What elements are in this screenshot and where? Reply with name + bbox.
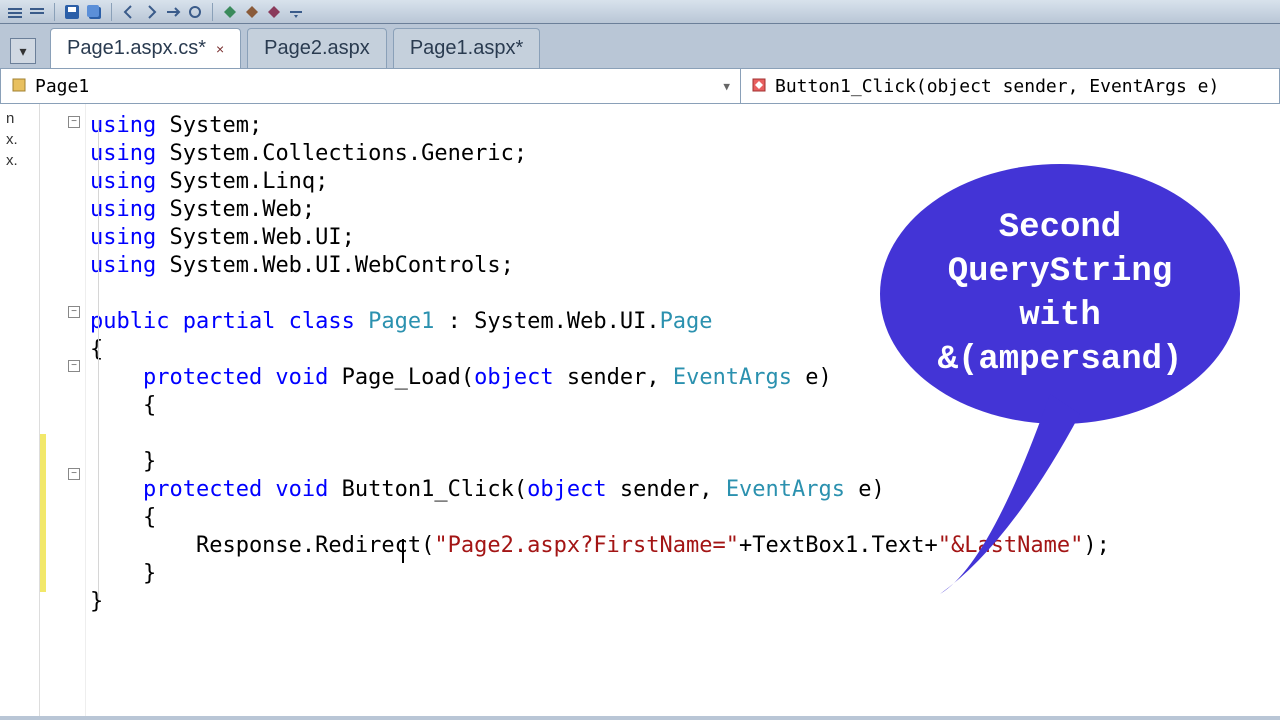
class-icon	[11, 77, 29, 95]
toolbar-button[interactable]	[6, 3, 24, 21]
toolbar-button[interactable]	[186, 3, 204, 21]
gutter: − − − −	[40, 104, 86, 716]
tab-page1-cs[interactable]: Page1.aspx.cs* ×	[50, 28, 241, 68]
tab-page1-aspx[interactable]: Page1.aspx*	[393, 28, 540, 68]
fold-toggle[interactable]: −	[68, 360, 80, 372]
toolbar-button[interactable]	[28, 3, 46, 21]
toolbar-button[interactable]	[265, 3, 283, 21]
chevron-down-icon: ▼	[723, 80, 730, 93]
callout-line: with	[938, 294, 1183, 338]
tab-label: Page1.aspx*	[410, 37, 523, 60]
toolbar-button[interactable]	[221, 3, 239, 21]
overflow-icon[interactable]	[287, 3, 305, 21]
toolbar-button[interactable]	[243, 3, 261, 21]
class-dropdown[interactable]: Page1 ▼	[1, 69, 741, 103]
code-area[interactable]: using System; using System.Collections.G…	[86, 104, 1280, 716]
fold-toggle[interactable]: −	[68, 468, 80, 480]
tab-close-button[interactable]: ×	[216, 41, 224, 57]
annotation-callout: Second QueryString with &(ampersand)	[880, 164, 1240, 444]
nav-back-icon[interactable]	[120, 3, 138, 21]
tab-page2-aspx[interactable]: Page2.aspx	[247, 28, 387, 68]
side-text: x.	[0, 129, 39, 150]
callout-tail	[930, 364, 1130, 604]
text-cursor	[402, 539, 404, 563]
navigation-bar: Page1 ▼ Button1_Click(object sender, Eve…	[0, 68, 1280, 104]
separator	[111, 3, 112, 21]
fold-toggle[interactable]: −	[68, 116, 80, 128]
save-icon[interactable]	[63, 3, 81, 21]
tab-label: Page1.aspx.cs*	[67, 37, 206, 60]
code-editor[interactable]: n x. x. − − − − using System; using Syst…	[0, 104, 1280, 716]
change-marker	[40, 434, 46, 592]
separator	[212, 3, 213, 21]
separator	[54, 3, 55, 21]
nav-forward-icon[interactable]	[142, 3, 160, 21]
side-panel: n x. x.	[0, 104, 40, 716]
toolbar	[0, 0, 1280, 24]
side-text: x.	[0, 150, 39, 171]
toolbar-button[interactable]	[164, 3, 182, 21]
save-all-icon[interactable]	[85, 3, 103, 21]
document-tabs: ▾ Page1.aspx.cs* × Page2.aspx Page1.aspx…	[0, 24, 1280, 68]
fold-toggle[interactable]: −	[68, 306, 80, 318]
method-icon	[751, 77, 769, 95]
class-name: Page1	[35, 76, 89, 97]
close-icon: ▾	[19, 43, 26, 60]
method-name: Button1_Click(object sender, EventArgs e…	[775, 76, 1219, 97]
close-panel-button[interactable]: ▾	[10, 38, 36, 64]
tab-label: Page2.aspx	[264, 37, 370, 60]
callout-line: Second	[938, 206, 1183, 250]
method-dropdown[interactable]: Button1_Click(object sender, EventArgs e…	[741, 69, 1279, 103]
callout-line: QueryString	[938, 250, 1183, 294]
side-text: n	[0, 108, 39, 129]
